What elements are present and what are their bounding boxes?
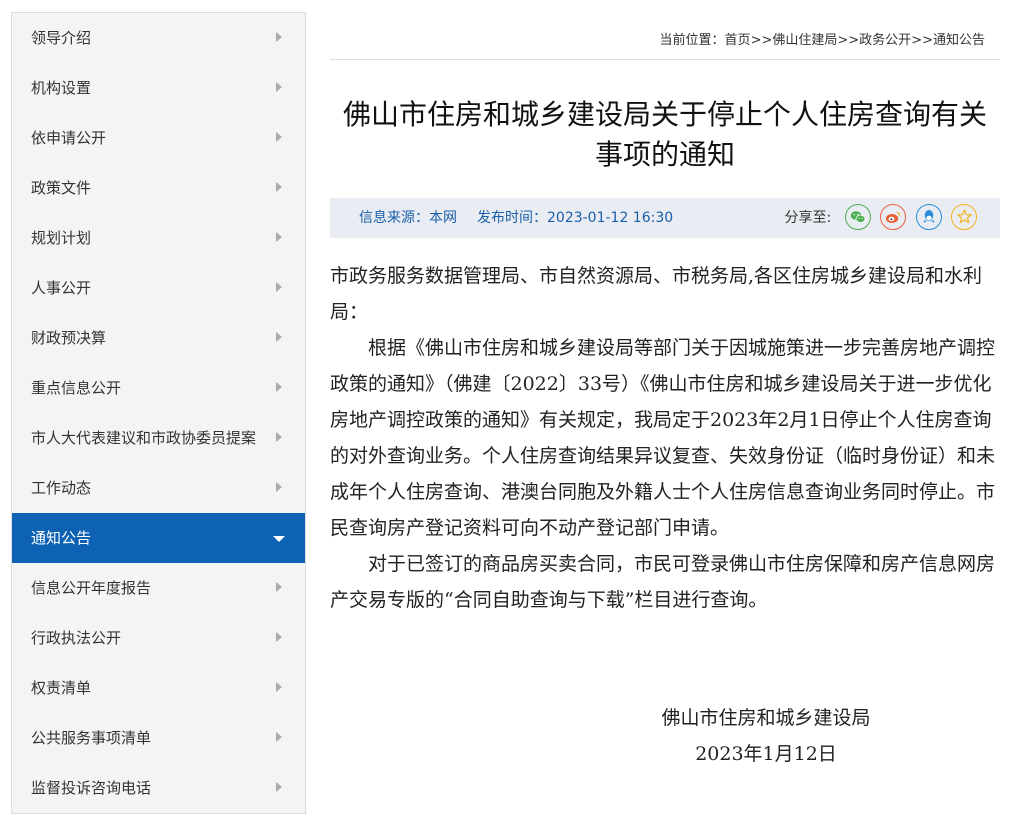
signature-date: 2023年1月12日 [695,743,837,765]
sidebar-item-label: 政策文件 [31,179,92,197]
chevron-right-icon [276,632,282,642]
sidebar-item-budget[interactable]: 财政预决算 [12,313,305,363]
breadcrumb: 当前位置：首页>>佛山住建局>>政务公开>>通知公告 [330,12,1000,60]
chevron-right-icon [276,282,282,292]
sidebar-item-organization[interactable]: 机构设置 [12,63,305,113]
chevron-right-icon [276,82,282,92]
breadcrumb-separator: >> [837,33,860,48]
chevron-right-icon [276,32,282,42]
article-addressee: 市政务服务数据管理局、市自然资源局、市税务局,各区住房城乡建设局和水利局： [330,265,983,323]
sidebar-item-key-info[interactable]: 重点信息公开 [12,363,305,413]
chevron-right-icon [276,132,282,142]
sidebar-item-work-news[interactable]: 工作动态 [12,463,305,513]
page: 领导介绍 机构设置 依申请公开 政策文件 规划计划 人事公开 财政预决算 重点信… [0,0,1017,817]
weibo-icon[interactable] [880,204,907,230]
sidebar-item-label: 人事公开 [31,279,92,297]
breadcrumb-link-home[interactable]: 首页 [725,33,751,48]
sidebar-item-personnel[interactable]: 人事公开 [12,263,305,313]
sidebar-item-label: 行政执法公开 [31,629,122,647]
share-label: 分享至: [784,210,832,226]
article-paragraph: 根据《佛山市住房和城乡建设局等部门关于因城施策进一步完善房地产调控政策的通知》（… [330,337,996,539]
sidebar-item-responsibility-list[interactable]: 权责清单 [12,663,305,713]
chevron-down-icon [273,536,285,542]
article-source: 信息来源：本网 [359,210,457,226]
main-content: 当前位置：首页>>佛山住建局>>政务公开>>通知公告 佛山市住房和城乡建设局关于… [330,12,1000,772]
sidebar-item-label: 依申请公开 [31,129,107,147]
chevron-right-icon [276,232,282,242]
article-meta-bar: 信息来源：本网 发布时间：2023-01-12 16:30 分享至: [330,198,1000,238]
sidebar-item-label: 监督投诉咨询电话 [31,779,152,797]
sidebar-item-label: 机构设置 [31,79,92,97]
breadcrumb-separator: >> [750,33,773,48]
breadcrumb-prefix: 当前位置： [659,33,725,48]
sidebar-item-label: 工作动态 [31,479,92,497]
sidebar-item-label: 重点信息公开 [31,379,122,397]
chevron-right-icon [276,182,282,192]
chevron-right-icon [276,332,282,342]
chevron-right-icon [276,782,282,792]
sidebar-item-label: 市人大代表建议和市政协委员提案 [31,429,257,447]
chevron-right-icon [276,382,282,392]
qzone-icon[interactable] [951,204,977,230]
article-paragraph: 对于已签订的商品房买卖合同，市民可登录佛山市住房保障和房产信息网房产交易专版的“… [330,553,996,611]
wechat-icon[interactable] [844,204,871,230]
chevron-right-icon [276,582,282,592]
signature-organization: 佛山市住房和城乡建设局 [661,707,871,729]
sidebar-item-plans[interactable]: 规划计划 [12,213,305,263]
article-publish-time: 发布时间：2023-01-12 16:30 [477,210,674,226]
sidebar-item-label: 财政预决算 [31,329,107,347]
sidebar-item-notices[interactable]: 通知公告 [12,513,305,563]
chevron-right-icon [276,482,282,492]
breadcrumb-link-notices[interactable]: 通知公告 [933,33,985,48]
sidebar-item-label: 通知公告 [31,529,92,547]
sidebar-item-policy-documents[interactable]: 政策文件 [12,163,305,213]
sidebar-item-request-disclosure[interactable]: 依申请公开 [12,113,305,163]
chevron-right-icon [276,682,282,692]
chevron-right-icon [276,732,282,742]
sidebar-item-label: 公共服务事项清单 [31,729,152,747]
sidebar-item-label: 规划计划 [31,229,92,247]
breadcrumb-link-gov-affairs[interactable]: 政务公开 [859,33,911,48]
sidebar-item-label: 信息公开年度报告 [31,579,152,597]
sidebar-item-proposals[interactable]: 市人大代表建议和市政协委员提案 [12,413,305,463]
sidebar-item-leaders[interactable]: 领导介绍 [12,13,305,63]
breadcrumb-link-bureau[interactable]: 佛山住建局 [772,33,837,48]
sidebar-item-annual-report[interactable]: 信息公开年度报告 [12,563,305,613]
article-body: 市政务服务数据管理局、市自然资源局、市税务局,各区住房城乡建设局和水利局： 根据… [330,258,1000,618]
article-signature: 佛山市住房和城乡建设局 2023年1月12日 [580,700,952,772]
sidebar-item-complaint-hotline[interactable]: 监督投诉咨询电话 [12,763,305,813]
breadcrumb-separator: >> [911,33,933,48]
qq-icon[interactable] [915,204,942,230]
sidebar-nav: 领导介绍 机构设置 依申请公开 政策文件 规划计划 人事公开 财政预决算 重点信… [11,12,306,814]
sidebar-item-law-enforcement[interactable]: 行政执法公开 [12,613,305,663]
sidebar-item-public-services[interactable]: 公共服务事项清单 [12,713,305,763]
article-title: 佛山市住房和城乡建设局关于停止个人住房查询有关事项的通知 [342,98,987,171]
share-bar: 分享至: [784,198,977,238]
chevron-right-icon [276,432,282,442]
sidebar-item-label: 权责清单 [31,679,92,697]
sidebar-item-label: 领导介绍 [31,29,92,47]
